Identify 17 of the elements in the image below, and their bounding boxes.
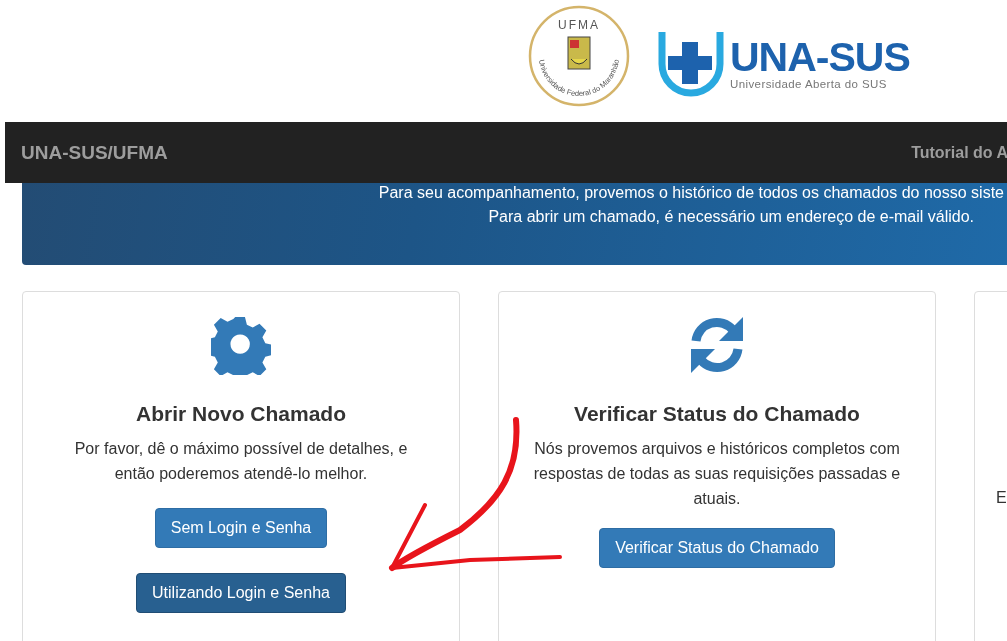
nav-link[interactable]: Tutorial do A — [911, 143, 1007, 161]
brand-tagline: Universidade Aberta do SUS — [730, 77, 888, 90]
banner-text: Para seu acompanhamento, provemos o histórico de todos os chamados do nosso siste — [377, 183, 1004, 203]
card-title: Abrir Novo Chamado — [135, 402, 347, 426]
seal-title: UFMA — [558, 18, 600, 32]
card-description: Por favor, dê o máximo possível de detalhes, e então poderemos atendê-lo melhor. — [73, 439, 409, 484]
brand-name: UNA-SUS — [730, 36, 910, 78]
crest-drawing — [567, 36, 591, 70]
card-description: E — [996, 488, 1007, 508]
settings-icon — [211, 315, 271, 375]
banner-text: Para abrir um chamado, é necessário um endereço de e-mail válido. — [487, 207, 974, 227]
action-button[interactable]: Verificar Status do Chamado — [599, 528, 835, 568]
brand-link[interactable]: UNA-SUS/UFMA — [21, 141, 168, 164]
action-button[interactable]: Sem Login e Senha — [154, 508, 328, 548]
card-description: Nós provemos arquivos e históricos completos com respostas de todas as suas requisições passadas e atuais. — [532, 439, 902, 509]
action-button[interactable]: Utilizando Login e Senha — [136, 573, 346, 613]
card-title: Verificar Status do Chamado — [573, 402, 861, 426]
